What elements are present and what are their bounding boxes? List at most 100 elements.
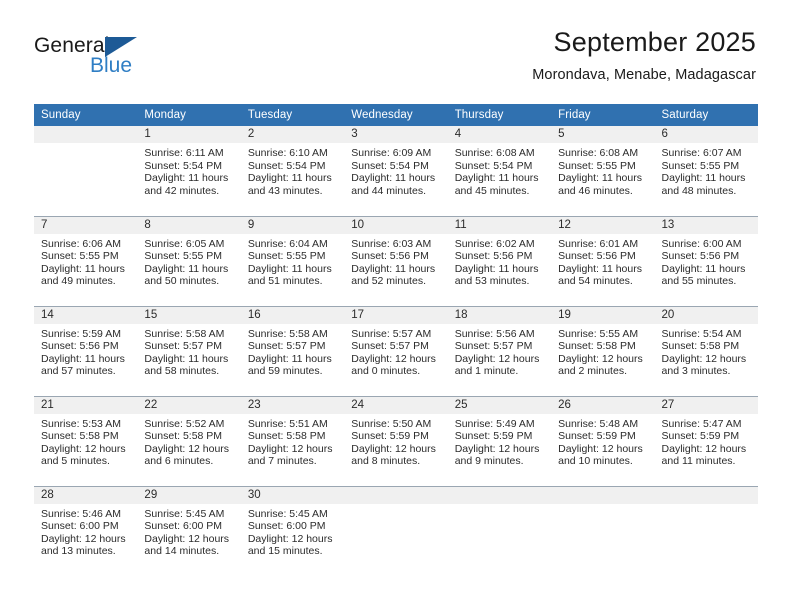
day-details: Sunrise: 5:46 AM Sunset: 6:00 PM Daylight:… — [34, 504, 137, 558]
calendar-day-cell[interactable]: 3 Sunrise: 6:09 AM Sunset: 5:54 PM Daylight… — [344, 126, 448, 216]
calendar-day-cell[interactable]: 25 Sunrise: 5:49 AM Sunset: 5:59 PM Dayligh… — [447, 395, 552, 486]
day-detail-daylight1: Daylight: 12 hours — [558, 352, 643, 365]
day-details: Sunrise: 5:56 AM Sunset: 5:57 PM Daylight:… — [448, 324, 551, 378]
day-detail-daylight1: Daylight: 11 hours — [41, 262, 125, 275]
day-detail-sunrise: Sunrise: 5:58 AM — [144, 327, 225, 340]
day-detail-daylight1: Daylight: 12 hours — [351, 442, 436, 455]
day-number: 2 — [240, 126, 345, 143]
calendar-day-cell[interactable]: 22 Sunrise: 5:52 AM Sunset: 5:58 PM Dayligh… — [137, 395, 241, 486]
day-details: Sunrise: 6:05 AM Sunset: 5:55 PM Daylight:… — [137, 234, 240, 288]
calendar-day-cell-empty — [344, 485, 448, 576]
day-detail-sunset: Sunset: 5:54 PM — [247, 159, 326, 172]
day-detail-daylight1: Daylight: 12 hours — [558, 442, 643, 455]
day-detail-daylight2: and 8 minutes. — [351, 455, 421, 468]
day-detail-daylight2: and 14 minutes. — [144, 545, 220, 558]
day-details: Sunrise: 6:09 AM Sunset: 5:54 PM Daylight:… — [344, 143, 447, 197]
calendar-day-cell[interactable]: 12 Sunrise: 6:01 AM Sunset: 5:56 PM Dayligh… — [551, 215, 655, 306]
day-detail-sunset: Sunset: 5:55 PM — [558, 159, 636, 172]
day-cell-inner: 14 Sunrise: 5:59 AM Sunset: 5:56 PM Dayligh… — [34, 306, 138, 378]
day-number: 7 — [34, 216, 138, 234]
day-detail-sunrise: Sunrise: 5:55 AM — [558, 327, 639, 340]
day-detail-daylight2: and 52 minutes. — [351, 275, 426, 288]
calendar-day-cell[interactable]: 13 Sunrise: 6:00 AM Sunset: 5:56 PM Dayligh… — [654, 215, 758, 306]
day-detail-sunset: Sunset: 5:57 PM — [351, 340, 429, 353]
location-subtitle: Morondava, Menabe, Madagascar — [532, 66, 756, 83]
day-detail-sunset: Sunset: 5:55 PM — [247, 250, 326, 263]
day-number: 24 — [344, 396, 448, 414]
general-blue-logo[interactable]: General Blue — [34, 34, 214, 82]
day-detail-daylight1: Daylight: 11 hours — [351, 262, 436, 275]
calendar-day-cell[interactable]: 23 Sunrise: 5:51 AM Sunset: 5:58 PM Dayligh… — [240, 395, 345, 486]
day-number: 15 — [137, 306, 241, 324]
day-number — [551, 486, 655, 504]
calendar-day-cell[interactable]: 24 Sunrise: 5:50 AM Sunset: 5:59 PM Dayligh… — [344, 395, 448, 486]
day-detail-daylight2: and 3 minutes. — [661, 365, 731, 378]
calendar-day-cell[interactable]: 5 Sunrise: 6:08 AM Sunset: 5:55 PM Daylight… — [551, 126, 655, 216]
calendar-page: General Blue September 2025 Morondava, M… — [0, 0, 792, 612]
day-detail-daylight1: Daylight: 11 hours — [247, 262, 332, 275]
calendar-day-cell[interactable]: 11 Sunrise: 6:02 AM Sunset: 5:56 PM Dayligh… — [447, 215, 552, 306]
day-cell-inner: 10 Sunrise: 6:03 AM Sunset: 5:56 PM Dayligh… — [344, 216, 448, 288]
day-number: 26 — [551, 396, 655, 414]
day-details — [34, 143, 137, 147]
day-detail-sunrise: Sunrise: 5:49 AM — [454, 417, 535, 430]
calendar-day-cell[interactable]: 30 Sunrise: 5:45 AM Sunset: 6:00 PM Dayligh… — [240, 485, 345, 576]
calendar-day-cell[interactable]: 15 Sunrise: 5:58 AM Sunset: 5:57 PM Dayligh… — [137, 305, 241, 396]
day-cell-inner: 12 Sunrise: 6:01 AM Sunset: 5:56 PM Dayligh… — [551, 216, 655, 288]
day-cell-inner: 7 Sunrise: 6:06 AM Sunset: 5:55 PM Daylight… — [34, 216, 138, 288]
calendar-day-cell[interactable]: 27 Sunrise: 5:47 AM Sunset: 5:59 PM Dayligh… — [654, 395, 758, 486]
calendar-day-cell[interactable]: 29 Sunrise: 5:45 AM Sunset: 6:00 PM Dayligh… — [137, 485, 241, 576]
day-details: Sunrise: 5:48 AM Sunset: 5:59 PM Daylight:… — [551, 414, 654, 468]
calendar-week-row: 14 Sunrise: 5:59 AM Sunset: 5:56 PM Dayligh… — [34, 305, 758, 396]
calendar-day-cell[interactable]: 20 Sunrise: 5:54 AM Sunset: 5:58 PM Dayligh… — [654, 305, 758, 396]
calendar-day-cell[interactable]: 19 Sunrise: 5:55 AM Sunset: 5:58 PM Dayligh… — [551, 305, 655, 396]
calendar-day-cell[interactable]: 1 Sunrise: 6:11 AM Sunset: 5:54 PM Daylight… — [137, 126, 241, 216]
day-detail-daylight2: and 11 minutes. — [661, 455, 736, 468]
day-number: 28 — [34, 486, 138, 504]
day-detail-sunrise: Sunrise: 5:59 AM — [41, 327, 121, 340]
day-number: 4 — [447, 126, 552, 143]
day-detail-sunrise: Sunrise: 5:46 AM — [41, 507, 121, 520]
day-detail-sunrise: Sunrise: 6:08 AM — [454, 147, 535, 159]
calendar-day-cell[interactable]: 17 Sunrise: 5:57 AM Sunset: 5:57 PM Dayligh… — [344, 305, 448, 396]
calendar-day-cell[interactable]: 7 Sunrise: 6:06 AM Sunset: 5:55 PM Daylight… — [34, 215, 138, 306]
calendar-day-cell[interactable]: 2 Sunrise: 6:10 AM Sunset: 5:54 PM Daylight… — [240, 126, 345, 216]
day-cell-inner: 27 Sunrise: 5:47 AM Sunset: 5:59 PM Dayligh… — [654, 396, 758, 468]
calendar-week-row: 7 Sunrise: 6:06 AM Sunset: 5:55 PM Daylight… — [34, 215, 758, 306]
calendar-day-cell[interactable]: 26 Sunrise: 5:48 AM Sunset: 5:59 PM Dayligh… — [551, 395, 655, 486]
calendar-day-cell[interactable]: 9 Sunrise: 6:04 AM Sunset: 5:55 PM Daylight… — [240, 215, 345, 306]
day-cell-inner: 23 Sunrise: 5:51 AM Sunset: 5:58 PM Dayligh… — [240, 396, 345, 468]
day-cell-inner: 18 Sunrise: 5:56 AM Sunset: 5:57 PM Dayligh… — [447, 306, 552, 378]
calendar-day-cell[interactable]: 18 Sunrise: 5:56 AM Sunset: 5:57 PM Dayligh… — [447, 305, 552, 396]
day-number: 19 — [551, 306, 655, 324]
day-details: Sunrise: 5:49 AM Sunset: 5:59 PM Daylight:… — [448, 414, 551, 468]
day-cell-inner: 30 Sunrise: 5:45 AM Sunset: 6:00 PM Dayligh… — [240, 486, 345, 558]
day-detail-sunrise: Sunrise: 6:01 AM — [558, 237, 639, 250]
day-number: 12 — [551, 216, 655, 234]
day-number: 11 — [447, 216, 552, 234]
calendar-day-cell[interactable]: 10 Sunrise: 6:03 AM Sunset: 5:56 PM Dayligh… — [344, 215, 448, 306]
masthead: General Blue September 2025 Morondava, M… — [0, 0, 792, 104]
calendar-day-cell[interactable]: 6 Sunrise: 6:07 AM Sunset: 5:55 PM Daylight… — [654, 126, 758, 216]
day-detail-daylight2: and 49 minutes. — [41, 275, 116, 288]
day-detail-daylight2: and 54 minutes. — [558, 275, 633, 288]
day-detail-daylight2: and 9 minutes. — [454, 455, 524, 468]
day-number: 20 — [654, 306, 758, 324]
calendar-day-cell[interactable]: 14 Sunrise: 5:59 AM Sunset: 5:56 PM Dayligh… — [34, 305, 138, 396]
day-cell-inner: 8 Sunrise: 6:05 AM Sunset: 5:55 PM Daylight… — [137, 216, 241, 288]
day-details: Sunrise: 5:50 AM Sunset: 5:59 PM Daylight:… — [344, 414, 447, 468]
day-details: Sunrise: 5:52 AM Sunset: 5:58 PM Daylight:… — [137, 414, 240, 468]
calendar-day-cell[interactable]: 4 Sunrise: 6:08 AM Sunset: 5:54 PM Daylight… — [447, 126, 552, 216]
day-cell-inner: 16 Sunrise: 5:58 AM Sunset: 5:57 PM Dayligh… — [240, 306, 345, 378]
calendar-day-cell[interactable]: 21 Sunrise: 5:53 AM Sunset: 5:58 PM Dayligh… — [34, 395, 138, 486]
day-cell-inner: 19 Sunrise: 5:55 AM Sunset: 5:58 PM Dayligh… — [551, 306, 655, 378]
day-number: 8 — [137, 216, 241, 234]
day-cell-inner: 2 Sunrise: 6:10 AM Sunset: 5:54 PM Daylight… — [240, 126, 345, 197]
day-details: Sunrise: 6:07 AM Sunset: 5:55 PM Daylight:… — [655, 143, 758, 197]
calendar-day-cell[interactable]: 8 Sunrise: 6:05 AM Sunset: 5:55 PM Daylight… — [137, 215, 241, 306]
calendar-day-cell[interactable]: 28 Sunrise: 5:46 AM Sunset: 6:00 PM Dayligh… — [34, 485, 138, 576]
day-detail-daylight1: Daylight: 11 hours — [247, 172, 332, 185]
weekday-header-saturday: Saturday — [654, 104, 758, 126]
calendar-week-row: 1 Sunrise: 6:11 AM Sunset: 5:54 PM Daylight… — [34, 126, 758, 216]
calendar-day-cell[interactable]: 16 Sunrise: 5:58 AM Sunset: 5:57 PM Dayligh… — [240, 305, 345, 396]
